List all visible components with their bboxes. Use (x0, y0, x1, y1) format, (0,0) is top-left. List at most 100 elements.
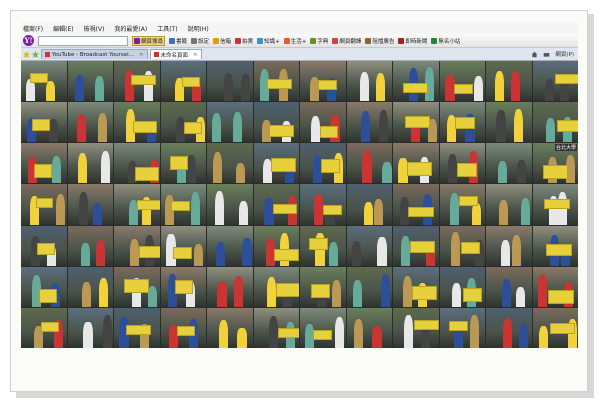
photo-thumbnail[interactable] (67, 266, 113, 307)
photo-thumbnail[interactable] (439, 225, 485, 266)
photo-thumbnail[interactable] (67, 225, 113, 266)
photo-thumbnail[interactable] (21, 102, 67, 143)
photo-thumbnail[interactable] (67, 184, 113, 225)
photo-thumbnail[interactable] (300, 143, 346, 184)
photo-thumbnail[interactable] (114, 102, 160, 143)
photo-thumbnail[interactable] (253, 225, 299, 266)
photo-thumbnail[interactable] (207, 61, 253, 102)
photo-thumbnail[interactable] (393, 307, 439, 348)
photo-thumbnail[interactable] (486, 143, 532, 184)
photo-thumbnail[interactable] (486, 61, 532, 102)
toolbar-button[interactable]: 即時新聞 (398, 37, 427, 45)
photo-thumbnail[interactable] (114, 307, 160, 348)
photo-thumbnail[interactable] (21, 61, 67, 102)
menu-item[interactable]: 檔案(F) (23, 24, 43, 33)
toolbar-button[interactable]: 信箱 (213, 37, 231, 45)
photo-thumbnail[interactable] (532, 307, 578, 348)
photo-thumbnail[interactable] (346, 184, 392, 225)
home-icon[interactable] (531, 51, 538, 58)
photo-thumbnail[interactable] (486, 225, 532, 266)
yahoo-logo-icon[interactable]: Y! (23, 35, 34, 46)
photo-thumbnail[interactable] (207, 225, 253, 266)
browser-tab[interactable]: YouTube - Broadcast Yoursel... × (41, 49, 148, 59)
photo-thumbnail[interactable] (207, 307, 253, 348)
photo-thumbnail[interactable] (160, 102, 206, 143)
toolbar-button[interactable]: 拍賣 (235, 37, 253, 45)
photo-thumbnail[interactable] (300, 225, 346, 266)
toolbar-button[interactable]: 生活+ (283, 37, 306, 45)
photo-thumbnail[interactable] (253, 143, 299, 184)
photo-thumbnail[interactable] (393, 143, 439, 184)
photo-thumbnail[interactable] (439, 143, 485, 184)
photo-thumbnail[interactable] (21, 184, 67, 225)
photo-thumbnail[interactable] (114, 225, 160, 266)
photo-thumbnail[interactable] (393, 266, 439, 307)
photo-thumbnail[interactable] (393, 225, 439, 266)
photo-thumbnail[interactable] (532, 225, 578, 266)
photo-thumbnail[interactable] (486, 307, 532, 348)
toolbar-button[interactable]: 阻擋廣告 (365, 37, 394, 45)
photo-thumbnail[interactable] (393, 61, 439, 102)
photo-thumbnail[interactable] (439, 102, 485, 143)
photo-thumbnail[interactable] (160, 143, 206, 184)
photo-thumbnail[interactable] (532, 184, 578, 225)
photo-thumbnail[interactable] (160, 184, 206, 225)
photo-thumbnail[interactable] (346, 266, 392, 307)
photo-thumbnail[interactable] (67, 143, 113, 184)
photo-thumbnail[interactable] (532, 102, 578, 143)
photo-thumbnail[interactable] (346, 61, 392, 102)
photo-thumbnail[interactable] (253, 307, 299, 348)
photo-thumbnail[interactable] (300, 61, 346, 102)
close-tab-icon[interactable]: × (193, 52, 198, 58)
photo-thumbnail[interactable] (21, 225, 67, 266)
menu-item[interactable]: 我的最愛(A) (114, 24, 147, 33)
search-input[interactable] (38, 35, 128, 46)
photo-thumbnail[interactable]: 台北大學 (532, 143, 578, 184)
photo-thumbnail[interactable] (486, 266, 532, 307)
menu-item[interactable]: 編輯(E) (53, 24, 73, 33)
print-icon[interactable] (543, 51, 550, 58)
photo-thumbnail[interactable] (160, 266, 206, 307)
photo-thumbnail[interactable] (300, 307, 346, 348)
toolbar-button[interactable]: 無名小站 (431, 37, 460, 45)
photo-thumbnail[interactable] (300, 184, 346, 225)
photo-thumbnail[interactable] (207, 102, 253, 143)
photo-thumbnail[interactable] (114, 143, 160, 184)
photo-thumbnail[interactable] (207, 143, 253, 184)
photo-thumbnail[interactable] (160, 61, 206, 102)
page-menu[interactable]: 網頁(P) (555, 50, 574, 58)
photo-thumbnail[interactable] (393, 102, 439, 143)
photo-thumbnail[interactable] (67, 102, 113, 143)
photo-thumbnail[interactable] (393, 184, 439, 225)
photo-thumbnail[interactable] (160, 307, 206, 348)
photo-thumbnail[interactable] (439, 184, 485, 225)
photo-thumbnail[interactable] (532, 61, 578, 102)
photo-thumbnail[interactable] (114, 266, 160, 307)
photo-thumbnail[interactable] (253, 266, 299, 307)
photo-thumbnail[interactable] (346, 225, 392, 266)
photo-thumbnail[interactable] (67, 307, 113, 348)
photo-thumbnail[interactable] (253, 184, 299, 225)
photo-thumbnail[interactable] (160, 225, 206, 266)
add-favorites-icon[interactable] (32, 50, 39, 58)
toolbar-button[interactable]: 設定 (191, 37, 209, 45)
photo-thumbnail[interactable] (439, 266, 485, 307)
photo-thumbnail[interactable] (21, 143, 67, 184)
photo-thumbnail[interactable] (67, 61, 113, 102)
photo-thumbnail[interactable] (346, 143, 392, 184)
photo-thumbnail[interactable] (114, 61, 160, 102)
menu-item[interactable]: 檢視(V) (84, 24, 105, 33)
photo-thumbnail[interactable] (21, 307, 67, 348)
photo-thumbnail[interactable] (207, 266, 253, 307)
close-tab-icon[interactable]: × (139, 52, 144, 58)
photo-thumbnail[interactable] (486, 102, 532, 143)
toolbar-button[interactable]: 知識+ (257, 37, 280, 45)
toolbar-button[interactable]: 網頁翻譯 (332, 37, 361, 45)
photo-thumbnail[interactable] (486, 184, 532, 225)
photo-thumbnail[interactable] (300, 102, 346, 143)
menu-item[interactable]: 說明(H) (188, 24, 209, 33)
photo-thumbnail[interactable] (21, 266, 67, 307)
toolbar-button[interactable]: 書籤 (169, 37, 187, 45)
toolbar-button[interactable]: 字典 (310, 37, 328, 45)
browser-tab[interactable]: 未命名頁面 × (149, 49, 202, 59)
